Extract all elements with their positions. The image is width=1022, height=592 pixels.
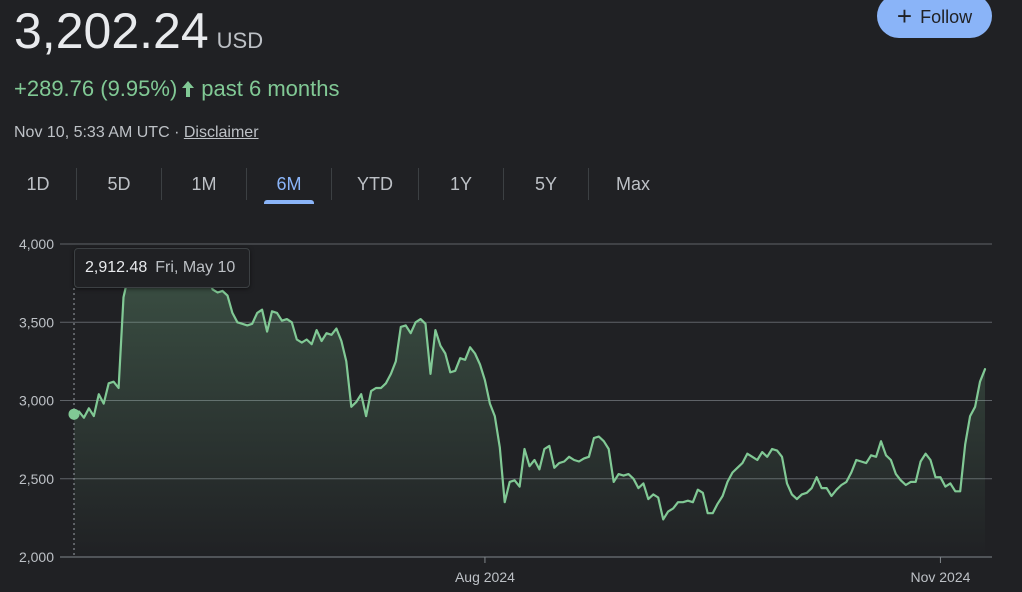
tooltip-date: Fri, May 10	[155, 259, 236, 276]
tab-6m[interactable]: 6M	[247, 164, 331, 204]
tab-label: Max	[615, 173, 650, 194]
follow-label: Follow	[920, 6, 973, 27]
tab-1d[interactable]: 1D	[0, 164, 76, 204]
tab-label: 6M	[276, 173, 302, 194]
price-header: 3,202.24 USD	[14, 2, 263, 60]
tab-1y[interactable]: 1Y	[419, 164, 503, 204]
tab-label: 5Y	[534, 173, 558, 194]
x-tick-label: Aug 2024	[455, 569, 515, 585]
timestamp-row: Nov 10, 5:33 AM UTC · Disclaimer	[14, 124, 259, 142]
chart-tooltip: 2,912.48 Fri, May 10	[74, 248, 251, 288]
current-price: 3,202.24	[14, 3, 209, 59]
tab-label: YTD	[357, 173, 393, 194]
tab-label: 1Y	[449, 173, 473, 194]
tab-label: 1D	[26, 173, 50, 194]
y-tick-label: 2,000	[19, 549, 54, 565]
y-tick-label: 3,000	[19, 393, 54, 409]
follow-button[interactable]: + Follow	[877, 0, 992, 38]
disclaimer-link[interactable]: Disclaimer	[184, 124, 259, 141]
cursor-dot	[68, 408, 80, 420]
change-value: +289.76 (9.95%)	[14, 76, 178, 101]
timestamp: Nov 10, 5:33 AM UTC ·	[14, 124, 184, 141]
currency-label: USD	[216, 28, 264, 53]
tooltip-value: 2,912.48	[85, 259, 148, 276]
y-tick-label: 4,000	[19, 236, 54, 252]
change-period: past 6 months	[201, 76, 340, 101]
tab-max[interactable]: Max	[589, 164, 677, 204]
tab-label: 5D	[107, 173, 131, 194]
tab-5y[interactable]: 5Y	[504, 164, 588, 204]
price-area	[74, 262, 985, 557]
price-change: +289.76 (9.95%) past 6 months	[14, 76, 339, 102]
y-tick-label: 3,500	[19, 314, 54, 330]
x-tick-label: Nov 2024	[910, 569, 970, 585]
arrow-up-icon	[181, 80, 195, 98]
plus-icon: +	[896, 0, 913, 31]
range-tabs: 1D 5D 1M 6M YTD 1Y 5Y Max	[0, 164, 677, 206]
tab-ytd[interactable]: YTD	[332, 164, 418, 204]
tab-label: 1M	[191, 173, 217, 194]
tab-5d[interactable]: 5D	[77, 164, 161, 204]
tab-1m[interactable]: 1M	[162, 164, 246, 204]
y-tick-label: 2,500	[19, 471, 54, 487]
